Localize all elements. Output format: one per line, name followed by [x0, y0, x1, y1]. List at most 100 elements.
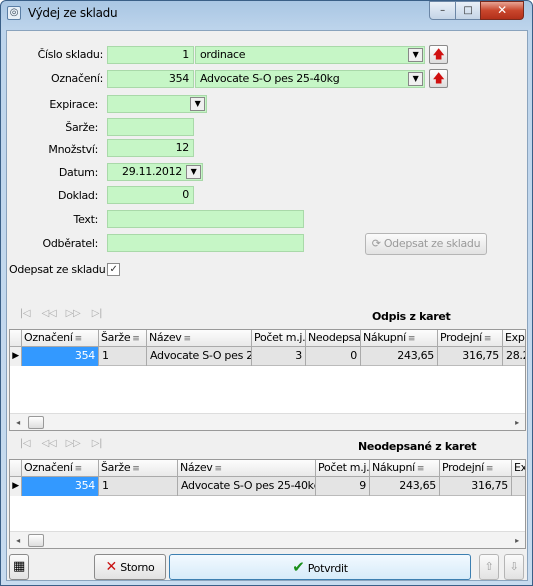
filter-icon[interactable]: ≡ — [132, 334, 140, 344]
grid2-col-nazev[interactable]: Název ≡ — [178, 460, 316, 477]
chevron-down-icon[interactable]: ▼ — [408, 72, 423, 86]
scroll-left-icon[interactable]: ◂ — [10, 532, 26, 548]
grid2-col-pocet[interactable]: Počet m.j. — [316, 460, 370, 477]
move-up-button[interactable]: ⇧ — [479, 554, 499, 580]
move-down-button[interactable]: ⇩ — [504, 554, 524, 580]
cell-nakupni[interactable]: 243,65 — [370, 477, 440, 496]
grid2-header-corner — [10, 460, 22, 477]
grid1-col-neodepsa[interactable]: Neodepsa — [306, 330, 361, 347]
datum-combo[interactable]: 29.11.2012 ▼ — [107, 163, 203, 181]
potvrdit-button[interactable]: ✔ Potvrdit — [169, 554, 471, 580]
cell-pocet[interactable]: 3 — [252, 347, 306, 366]
next-record-icon[interactable]: ▷▷ — [61, 438, 85, 449]
cell-neodepsano[interactable]: 0 — [306, 347, 361, 366]
chevron-down-icon[interactable]: ▼ — [190, 97, 205, 111]
grid1-col-pocet[interactable]: Počet m.j. — [252, 330, 306, 347]
cell-pocet[interactable]: 9 — [316, 477, 370, 496]
prev-record-icon[interactable]: ◁◁ — [37, 438, 61, 449]
close-button[interactable]: ✕ — [480, 1, 524, 20]
scroll-thumb[interactable] — [28, 534, 44, 547]
filter-icon[interactable]: ≡ — [215, 464, 223, 474]
cell-expirace[interactable] — [512, 477, 525, 496]
cell-sarze[interactable]: 1 — [99, 347, 147, 366]
odepsat-checkbox[interactable]: ✓ — [107, 263, 120, 276]
odepsat-ze-skladu-button[interactable]: ⟳ Odepsat ze skladu — [365, 233, 487, 255]
cislo-skladu-field[interactable]: 1 — [107, 46, 194, 64]
first-record-icon[interactable]: |◁ — [13, 308, 37, 319]
oznaceni-field[interactable]: 354 — [107, 70, 194, 88]
cell-oznaceni[interactable]: 354 — [22, 347, 99, 366]
cell-prodejni[interactable]: 316,75 — [438, 347, 503, 366]
window-title: Výdej ze skladu — [28, 6, 118, 20]
scroll-thumb[interactable] — [28, 416, 44, 429]
expirace-combo[interactable]: ▼ — [107, 95, 207, 113]
odepsat-checkbox-label: Odepsat ze skladu — [9, 263, 106, 276]
cell-nazev[interactable]: Advocate S-O pes 25-40kg — [178, 477, 316, 496]
calculator-button[interactable]: ▦ — [9, 554, 29, 580]
grid1-col-sarze[interactable]: Šarže ≡ — [99, 330, 147, 347]
cell-sarze[interactable]: 1 — [99, 477, 178, 496]
table-row[interactable]: ▶ 354 1 Advocate S-O pes 25-40kg 9 243,6… — [10, 477, 525, 496]
sarze-field[interactable] — [107, 118, 194, 136]
filter-icon[interactable]: ≡ — [184, 334, 192, 344]
grid1-col-nakupni[interactable]: Nákupní ≡ — [361, 330, 438, 347]
datum-label: Datum: — [58, 166, 98, 179]
last-record-icon[interactable]: ▷| — [85, 308, 109, 319]
grid1-col-nazev[interactable]: Název ≡ — [147, 330, 252, 347]
grid1-col-oznaceni[interactable]: Označení ≡ — [22, 330, 99, 347]
next-record-icon[interactable]: ▷▷ — [61, 308, 85, 319]
bottom-toolbar: ▦ ✕ Storno ✔ Potvrdit ⇧ ⇩ — [7, 551, 527, 581]
scroll-right-icon[interactable]: ▸ — [509, 414, 525, 430]
grid2-hscrollbar[interactable]: ◂ ▸ — [10, 531, 525, 548]
last-record-icon[interactable]: ▷| — [85, 438, 109, 449]
grid1-hscrollbar[interactable]: ◂ ▸ — [10, 413, 525, 430]
product-name-combo[interactable]: Advocate S-O pes 25-40kg ▼ — [195, 70, 425, 88]
scroll-left-icon[interactable]: ◂ — [10, 414, 26, 430]
filter-icon[interactable]: ≡ — [75, 334, 83, 344]
grid2-col-sarze[interactable]: Šarže ≡ — [99, 460, 178, 477]
cell-oznaceni[interactable]: 354 — [22, 477, 99, 496]
arrow-up-icon: 🡅 — [432, 71, 445, 85]
table-row[interactable]: ▶ 354 1 Advocate S-O pes 25 3 0 243,65 3… — [10, 347, 525, 366]
title-bar[interactable]: ◎ Výdej ze skladu – □ ✕ — [1, 1, 532, 27]
grid1-col-prodejni[interactable]: Prodejní ≡ — [438, 330, 503, 347]
cell-prodejni[interactable]: 316,75 — [440, 477, 512, 496]
minimize-button[interactable]: – — [429, 1, 456, 20]
grid1-header: Označení ≡ Šarže ≡ Název ≡ Počet m.j. Neode… — [10, 330, 525, 347]
mnozstvi-field[interactable]: 12 — [107, 139, 194, 157]
filter-icon[interactable]: ≡ — [408, 334, 416, 344]
storno-button[interactable]: ✕ Storno — [94, 554, 166, 580]
cell-nakupni[interactable]: 243,65 — [361, 347, 438, 366]
filter-icon[interactable]: ≡ — [75, 464, 83, 474]
filter-icon[interactable]: ≡ — [417, 464, 425, 474]
col-label: Neodepsa — [308, 331, 361, 344]
cell-expirace[interactable]: 28.2. — [503, 347, 525, 366]
doklad-field[interactable]: 0 — [107, 186, 194, 204]
arrow-up-icon: ⇧ — [484, 560, 494, 573]
grid1-col-expir[interactable]: Expir — [503, 330, 525, 347]
filter-icon[interactable]: ≡ — [132, 464, 140, 474]
odberatel-field[interactable] — [107, 234, 304, 252]
maximize-button[interactable]: □ — [455, 1, 481, 20]
grid2-col-prodejni[interactable]: Prodejní ≡ — [440, 460, 512, 477]
grid2-col-oznaceni[interactable]: Označení ≡ — [22, 460, 99, 477]
odpis-grid[interactable]: Označení ≡ Šarže ≡ Název ≡ Počet m.j. Neode… — [9, 329, 526, 431]
sklad-name-combo[interactable]: ordinace ▼ — [195, 46, 425, 64]
scroll-right-icon[interactable]: ▸ — [509, 532, 525, 548]
grid2-col-nakupni[interactable]: Nákupní ≡ — [370, 460, 440, 477]
sklad-lookup-button[interactable]: 🡅 — [429, 45, 448, 64]
filter-icon[interactable]: ≡ — [484, 334, 492, 344]
cislo-label: Číslo skladu: — [37, 48, 104, 61]
arrow-up-icon: 🡅 — [432, 47, 445, 61]
chevron-down-icon[interactable]: ▼ — [186, 165, 201, 179]
neodepsane-grid[interactable]: Označení ≡ Šarže ≡ Název ≡ Počet m.j. Nákup… — [9, 459, 526, 549]
product-lookup-button[interactable]: 🡅 — [429, 69, 448, 88]
col-label: Počet m.j. — [318, 461, 370, 474]
grid2-col-expir[interactable]: Ex — [512, 460, 525, 477]
first-record-icon[interactable]: |◁ — [13, 438, 37, 449]
text-field[interactable] — [107, 210, 304, 228]
filter-icon[interactable]: ≡ — [486, 464, 494, 474]
chevron-down-icon[interactable]: ▼ — [408, 48, 423, 62]
prev-record-icon[interactable]: ◁◁ — [37, 308, 61, 319]
cell-nazev[interactable]: Advocate S-O pes 25 — [147, 347, 252, 366]
